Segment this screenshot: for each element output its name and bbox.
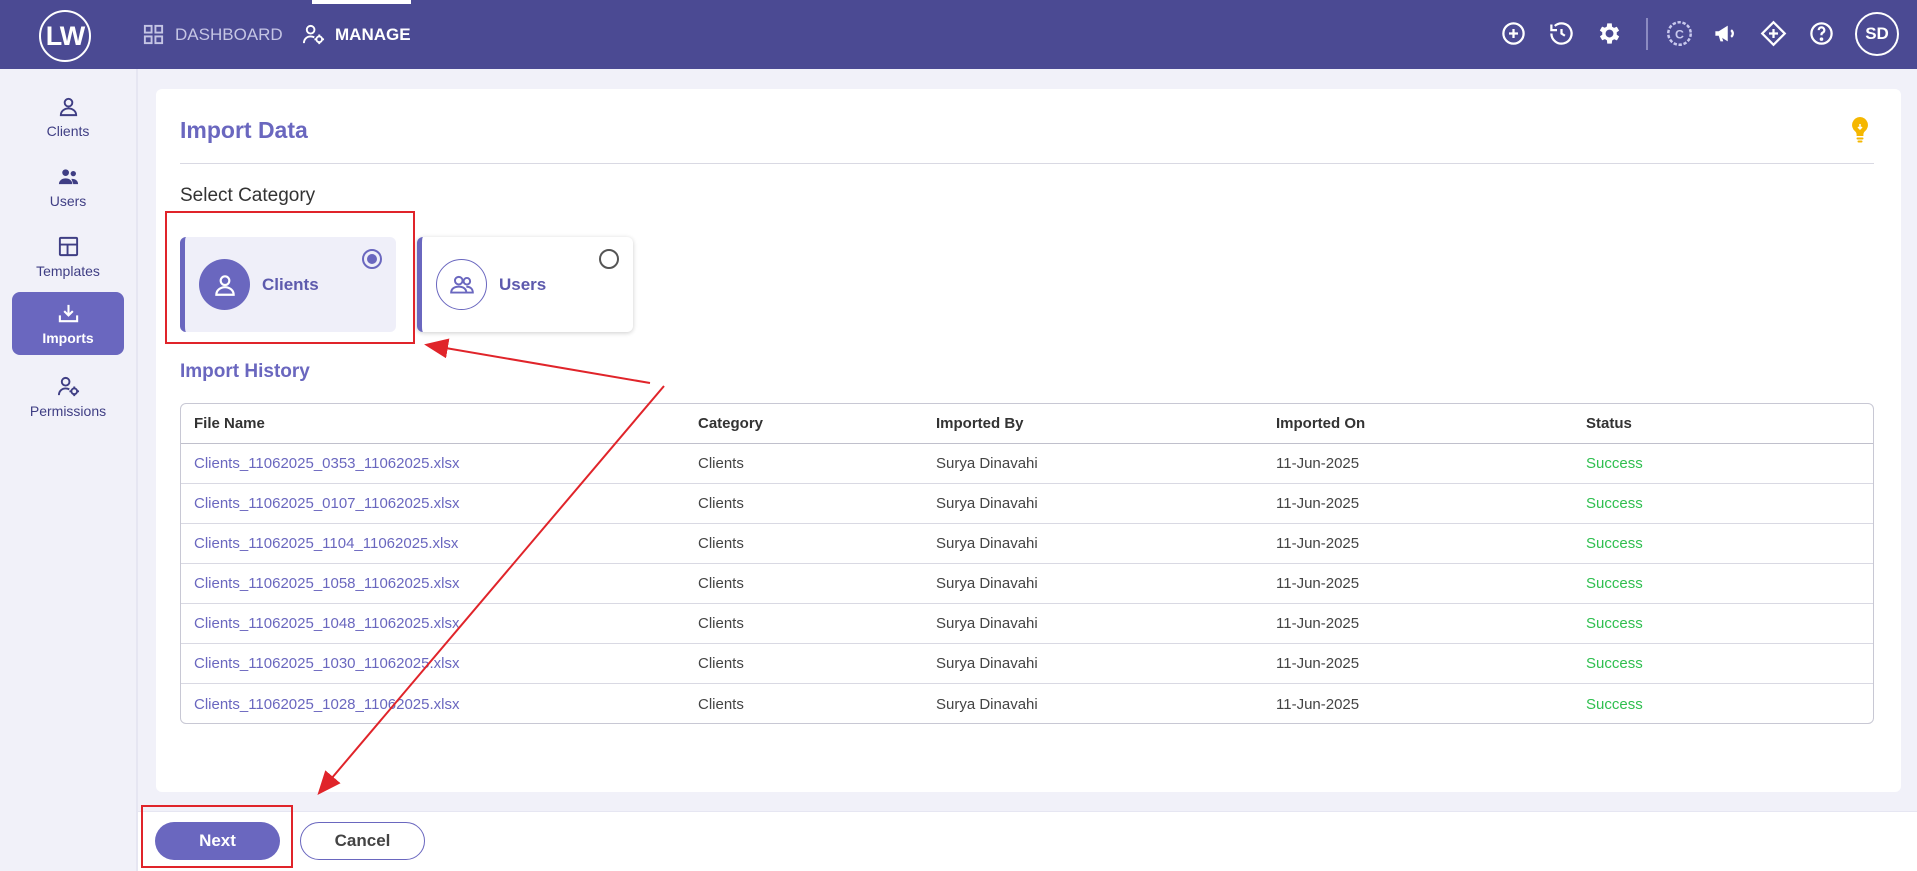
sidebar-item-label: Clients: [46, 122, 90, 139]
imported-by-cell: Surya Dinavahi: [936, 655, 1038, 672]
import-history-table: File Name Category Imported By Imported …: [180, 403, 1874, 724]
table-row: Clients_11062025_1048_11062025.xlsx Clien…: [181, 604, 1873, 644]
sidebar-item-label: Permissions: [29, 402, 107, 419]
table-row: Clients_11062025_1028_11062025.xlsx Clien…: [181, 684, 1873, 723]
c-logo-icon[interactable]: C: [1664, 18, 1694, 48]
imported-on-cell: 11-Jun-2025: [1276, 655, 1360, 672]
import-data-card: Import Data Select Category Clients User…: [156, 89, 1901, 792]
imported-by-cell: Surya Dinavahi: [936, 695, 1038, 713]
grid-icon: [143, 24, 164, 45]
table-row: Clients_11062025_1030_11062025.xlsx Clien…: [181, 644, 1873, 684]
sidebar-item-label: Templates: [36, 262, 100, 279]
topbar-divider: [1646, 18, 1648, 50]
imported-by-cell: Surya Dinavahi: [936, 615, 1038, 632]
imported-on-cell: 11-Jun-2025: [1276, 495, 1360, 512]
page-title: Import Data: [180, 117, 308, 143]
user-icon: [59, 97, 77, 116]
sidebar: Clients Users Templates Imports Permissi…: [0, 69, 138, 871]
sidebar-item-label: Users: [49, 192, 87, 209]
column-header: Category: [698, 415, 764, 432]
top-navigation-bar: LW DASHBOARD MANAGE C SD: [0, 0, 1917, 69]
imported-on-cell: 11-Jun-2025: [1276, 575, 1360, 592]
file-name-link[interactable]: Clients_11062025_1058_11062025.xlsx: [181, 575, 685, 592]
history-icon[interactable]: [1546, 18, 1576, 48]
table-header-row: File Name Category Imported By Imported …: [181, 404, 1873, 444]
help-icon[interactable]: [1806, 18, 1836, 48]
imported-on-cell: 11-Jun-2025: [1276, 455, 1360, 472]
column-header: Status: [1586, 415, 1632, 432]
imported-by-cell: Surya Dinavahi: [936, 455, 1038, 472]
status-cell: Success: [1586, 655, 1643, 672]
sidebar-item-users[interactable]: Users: [12, 155, 124, 218]
file-name-link[interactable]: Clients_11062025_1048_11062025.xlsx: [181, 615, 685, 632]
category-cell: Clients: [698, 535, 744, 552]
users-icon: [58, 168, 78, 184]
category-cell: Clients: [698, 695, 744, 713]
nav-manage[interactable]: MANAGE: [302, 0, 411, 69]
category-cell: Clients: [698, 455, 744, 472]
file-name-link[interactable]: Clients_11062025_1028_11062025.xlsx: [181, 696, 685, 713]
template-icon: [58, 236, 78, 256]
file-name-link[interactable]: Clients_11062025_1030_11062025.xlsx: [181, 655, 685, 672]
nav-manage-label: MANAGE: [335, 24, 411, 44]
table-row: Clients_11062025_1058_11062025.xlsx Clien…: [181, 564, 1873, 604]
svg-text:C: C: [1675, 27, 1684, 41]
file-name-link[interactable]: Clients_11062025_1104_11062025.xlsx: [181, 535, 685, 552]
megaphone-icon[interactable]: [1710, 18, 1740, 48]
nav-dashboard[interactable]: DASHBOARD: [142, 0, 283, 69]
category-cell: Clients: [698, 495, 744, 512]
import-icon: [58, 304, 78, 322]
plus-circle-icon[interactable]: [1498, 18, 1528, 48]
table-row: Clients_11062025_1104_11062025.xlsx Clien…: [181, 524, 1873, 564]
category-card-users[interactable]: Users: [417, 237, 633, 332]
category-cell: Clients: [698, 575, 744, 592]
diamond-icon[interactable]: [1758, 18, 1788, 48]
annotation-highlight-clients: [165, 211, 415, 344]
settings-gear-icon[interactable]: [1594, 18, 1624, 48]
status-cell: Success: [1586, 535, 1643, 552]
column-header: Imported On: [1276, 415, 1366, 432]
sidebar-item-templates[interactable]: Templates: [12, 225, 124, 288]
annotation-highlight-next: [141, 805, 293, 868]
title-divider: [180, 163, 1874, 164]
user-avatar[interactable]: SD: [1855, 12, 1899, 56]
select-category-label: Select Category: [180, 185, 316, 206]
column-header: File Name: [194, 415, 265, 432]
imported-by-cell: Surya Dinavahi: [936, 535, 1038, 552]
table-body: Clients_11062025_0353_11062025.xlsx Clien…: [181, 444, 1873, 723]
user-gear-icon: [57, 376, 79, 396]
file-name-link[interactable]: Clients_11062025_0353_11062025.xlsx: [181, 455, 685, 472]
imported-by-cell: Surya Dinavahi: [936, 575, 1038, 592]
table-row: Clients_11062025_0107_11062025.xlsx Clien…: [181, 484, 1873, 524]
category-cell: Clients: [698, 655, 744, 672]
sidebar-item-permissions[interactable]: Permissions: [12, 365, 124, 428]
category-radio-users[interactable]: [599, 249, 619, 269]
category-cell: Clients: [698, 615, 744, 632]
nav-dashboard-label: DASHBOARD: [175, 24, 283, 44]
lightbulb-icon[interactable]: [1848, 116, 1872, 144]
sidebar-item-label: Imports: [42, 329, 94, 346]
file-name-link[interactable]: Clients_11062025_0107_11062025.xlsx: [181, 495, 685, 512]
import-history-label: Import History: [180, 361, 310, 382]
imported-on-cell: 11-Jun-2025: [1276, 535, 1360, 552]
app-logo[interactable]: LW: [39, 10, 91, 62]
status-cell: Success: [1586, 455, 1643, 472]
users-icon: [436, 259, 487, 310]
table-row: Clients_11062025_0353_11062025.xlsx Clien…: [181, 444, 1873, 484]
status-cell: Success: [1586, 695, 1643, 713]
cancel-button[interactable]: Cancel: [300, 822, 425, 860]
status-cell: Success: [1586, 495, 1643, 512]
imported-on-cell: 11-Jun-2025: [1276, 695, 1360, 713]
status-cell: Success: [1586, 575, 1643, 592]
sidebar-item-imports[interactable]: Imports: [12, 292, 124, 355]
imported-on-cell: 11-Jun-2025: [1276, 615, 1360, 632]
category-label: Users: [499, 274, 547, 294]
status-cell: Success: [1586, 615, 1643, 632]
user-gear-icon: [302, 24, 325, 45]
column-header: Imported By: [936, 415, 1024, 432]
imported-by-cell: Surya Dinavahi: [936, 495, 1038, 512]
sidebar-item-clients[interactable]: Clients: [12, 85, 124, 148]
